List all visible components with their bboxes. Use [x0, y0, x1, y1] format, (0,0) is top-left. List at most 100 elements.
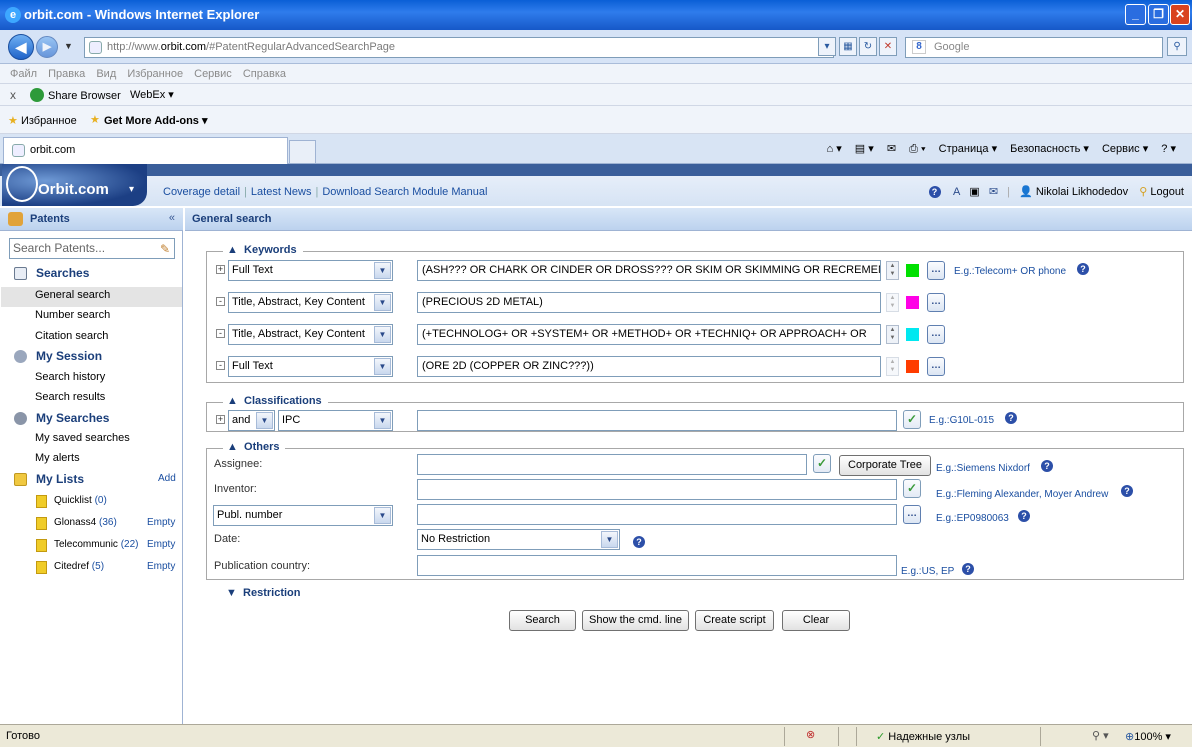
sidebar-item-number-search[interactable]: Number search — [35, 309, 110, 321]
publication-country-input[interactable] — [417, 555, 897, 576]
field-select[interactable]: Title, Abstract, Key Content ▼ — [228, 292, 393, 313]
help-icon[interactable]: ? — [1018, 510, 1030, 522]
keyword-input[interactable]: (ORE 2D (COPPER OR ZINC???)) — [417, 356, 881, 377]
tab-orbit[interactable]: orbit.com — [3, 137, 288, 164]
share-browser-button[interactable]: Share Browser — [30, 88, 121, 102]
scroll-spinner[interactable]: ▲ ▼ — [886, 261, 899, 280]
minimize-button[interactable]: _ — [1125, 4, 1146, 25]
clear-button[interactable]: Clear — [782, 610, 850, 631]
sidebar-item-general-search[interactable]: General search — [35, 289, 110, 301]
help-icon[interactable]: ? — [928, 186, 941, 198]
menu-tools[interactable]: Сервис — [194, 64, 232, 84]
forward-button[interactable]: ▶ — [36, 36, 58, 58]
empty-list-link[interactable]: Empty — [147, 561, 175, 572]
home-icon[interactable]: ⌂ ▾ — [827, 143, 842, 155]
keyword-input[interactable]: (PRECIOUS 2D METAL) — [417, 292, 881, 313]
search-pen-icon[interactable]: ✎ — [160, 240, 170, 259]
security-zone[interactable]: ✓ Надежные узлы — [876, 730, 970, 743]
add-list-link[interactable]: Add — [158, 473, 176, 484]
expand-row-icon[interactable]: + — [216, 415, 225, 424]
more-options-button[interactable]: … — [927, 261, 945, 280]
sidebar-item-saved-searches[interactable]: My saved searches — [35, 432, 130, 444]
help-icon[interactable]: ? — [1041, 460, 1053, 472]
new-tab-button[interactable] — [289, 140, 316, 163]
validate-check-button[interactable]: ✓ — [813, 454, 831, 473]
help-icon[interactable]: ? — [1077, 263, 1089, 275]
add-favorite-icon[interactable]: ★ — [90, 113, 100, 126]
classifications-legend[interactable]: ▲ Classifications — [223, 395, 328, 407]
validate-check-button[interactable]: ✓ — [903, 479, 921, 498]
publication-type-select[interactable]: Publ. number ▼ — [213, 505, 393, 526]
inventor-input[interactable] — [417, 479, 897, 500]
highlight-color-swatch[interactable] — [906, 264, 919, 277]
keywords-legend[interactable]: ▲ Keywords — [223, 244, 303, 256]
get-addons-button[interactable]: Get More Add-ons ▾ — [104, 114, 208, 127]
security-menu[interactable]: Безопасность ▾ — [1010, 143, 1089, 155]
scroll-spinner[interactable]: ▲ ▼ — [886, 325, 899, 344]
keyword-input[interactable]: (ASH??? OR CHARK OR CINDER OR DROSS??? O… — [417, 260, 881, 281]
collapse-sidebar-button[interactable]: « — [169, 212, 175, 224]
menu-file[interactable]: Файл — [10, 64, 37, 84]
help-icon[interactable]: ? — [1121, 485, 1133, 497]
close-window-button[interactable]: ✕ — [1170, 4, 1190, 25]
sidebar-search-input[interactable]: Search Patents... ✎ — [9, 238, 175, 259]
url-dropdown-icon[interactable]: ▾ — [818, 37, 836, 56]
publication-number-input[interactable] — [417, 504, 897, 525]
more-options-button[interactable]: … — [903, 505, 921, 524]
show-cmd-line-button[interactable]: Show the cmd. line — [582, 610, 689, 631]
message-icon[interactable]: ✉ — [989, 186, 998, 198]
highlight-color-swatch[interactable] — [906, 360, 919, 373]
highlight-color-swatch[interactable] — [906, 328, 919, 341]
assignee-input[interactable] — [417, 454, 807, 475]
scroll-spinner[interactable]: ▲ ▼ — [886, 357, 899, 376]
page-menu[interactable]: Страница ▾ — [939, 143, 997, 155]
user-name[interactable]: Nikolai Likhodedov — [1036, 186, 1128, 198]
help-icon[interactable]: ? — [962, 563, 974, 575]
download-manual-link[interactable]: Download Search Module Manual — [322, 186, 487, 198]
restriction-toggle[interactable]: ▼ Restriction — [226, 587, 300, 599]
classification-input[interactable] — [417, 410, 897, 431]
scheme-select[interactable]: IPC ▼ — [278, 410, 393, 431]
help-menu-icon[interactable]: ? ▾ — [1161, 143, 1176, 155]
stop-icon[interactable]: ✕ — [879, 37, 897, 56]
keyword-input[interactable]: (+TECHNOLOG+ OR +SYSTEM+ OR +METHOD+ OR … — [417, 324, 881, 345]
operator-select[interactable]: and ▼ — [228, 410, 275, 431]
zoom-level[interactable]: ⊕100% ▾ — [1125, 730, 1171, 743]
field-select[interactable]: Full Text ▼ — [228, 260, 393, 281]
tools-icon[interactable]: ▣ — [969, 186, 979, 198]
latest-news-link[interactable]: Latest News — [251, 186, 312, 198]
privacy-icon[interactable]: ⊗ — [806, 728, 815, 741]
empty-list-link[interactable]: Empty — [147, 517, 175, 528]
webex-button[interactable]: WebEx ▾ — [130, 88, 174, 101]
address-field[interactable]: http://www.orbit.com/#PatentRegularAdvan… — [84, 37, 834, 58]
collapse-row-icon[interactable]: - — [216, 297, 225, 306]
compat-icon[interactable]: ▦ — [839, 37, 857, 56]
more-options-button[interactable]: … — [927, 357, 945, 376]
field-select[interactable]: Full Text ▼ — [228, 356, 393, 377]
highlight-color-swatch[interactable] — [906, 296, 919, 309]
expand-row-icon[interactable]: + — [216, 265, 225, 274]
font-size-icon[interactable]: A — [953, 186, 960, 198]
others-legend[interactable]: ▲ Others — [223, 441, 286, 453]
menu-help[interactable]: Справка — [243, 64, 286, 84]
search-button[interactable]: Search — [509, 610, 576, 631]
more-options-button[interactable]: … — [927, 293, 945, 312]
refresh-icon[interactable]: ↻ — [859, 37, 877, 56]
menu-view[interactable]: Вид — [96, 64, 116, 84]
validate-check-button[interactable]: ✓ — [903, 410, 921, 429]
coverage-detail-link[interactable]: Coverage detail — [163, 186, 240, 198]
service-menu[interactable]: Сервис ▾ — [1102, 143, 1148, 155]
search-go-icon[interactable]: ⚲ — [1167, 37, 1187, 56]
protected-mode-icon[interactable]: ⚲ ▾ — [1092, 729, 1109, 742]
history-dropdown-icon[interactable]: ▼ — [64, 41, 73, 51]
sidebar-item-alerts[interactable]: My alerts — [35, 452, 80, 464]
maximize-button[interactable]: ❐ — [1148, 4, 1169, 25]
scroll-spinner[interactable]: ▲ ▼ — [886, 293, 899, 312]
sidebar-item-search-results[interactable]: Search results — [35, 391, 105, 403]
create-script-button[interactable]: Create script — [695, 610, 774, 631]
favorites-button[interactable]: ★ Избранное — [8, 114, 77, 127]
orbit-logo[interactable]: Orbit.com ▾ — [2, 164, 147, 206]
field-select[interactable]: Title, Abstract, Key Content ▼ — [228, 324, 393, 345]
empty-list-link[interactable]: Empty — [147, 539, 175, 550]
web-search-input[interactable]: 8 Google — [905, 37, 1163, 58]
